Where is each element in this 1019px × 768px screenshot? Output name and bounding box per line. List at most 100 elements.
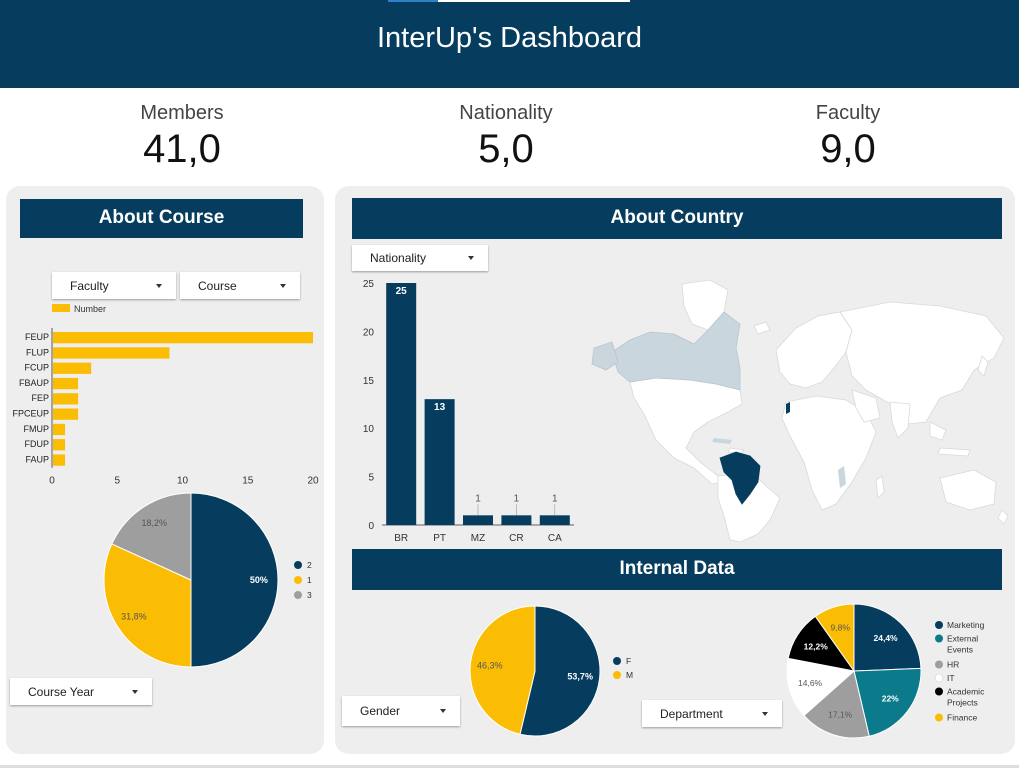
legend-dot [934, 673, 944, 683]
legend-label: 3 [307, 590, 312, 600]
faculty-bar-chart: Number FEUP FLUP FCUP FBAUP FEP FPCEUP FMUP FDUP… [12, 304, 319, 487]
kpi-value: 5,0 [478, 127, 534, 171]
y-tick-label: FAUP [25, 454, 49, 464]
y-tick-label: FCUP [25, 363, 50, 373]
slice-label: 14,6% [798, 678, 823, 688]
internal-section-title: Internal Data [352, 549, 1002, 590]
x-tick-label: CR [509, 533, 523, 544]
course-year-filter-dropdown[interactable]: Course Year [10, 678, 152, 705]
page-tab-indicator[interactable] [388, 0, 630, 2]
legend-dot [935, 687, 943, 696]
slice-label: 50% [250, 575, 268, 585]
course-filter-dropdown[interactable]: Course [180, 272, 300, 299]
slice-label: 46,3% [477, 661, 503, 671]
faculty-filter-dropdown[interactable]: Faculty [52, 272, 176, 299]
legend-label: Number [74, 304, 106, 314]
y-tick-label: FMUP [24, 424, 50, 434]
kpi-members: Members 41,0 [72, 102, 292, 172]
bar [53, 408, 79, 420]
department-pie-chart: 24,4% 22% 17,1% 14,6% 12,2%9,8% Marketing Exte… [786, 603, 985, 739]
x-tick-label: 0 [49, 476, 55, 487]
gender-filter-label: Gender [360, 704, 401, 718]
kpi-label: Members [140, 102, 224, 124]
map-region-portugal[interactable] [786, 402, 790, 414]
country-section-title: About Country [352, 198, 1002, 239]
map-region-alaska[interactable] [591, 341, 619, 371]
y-tick-label: FEUP [25, 332, 49, 342]
legend-dot [935, 634, 943, 643]
kpi-value: 41,0 [143, 127, 221, 171]
legend-swatch [52, 304, 70, 312]
chevron-down-icon [440, 709, 446, 713]
course-section-title: About Course [20, 199, 303, 238]
map-land [629, 279, 1009, 542]
data-label: 1 [514, 493, 520, 504]
data-label: 25 [396, 286, 408, 297]
gender-filter-dropdown[interactable]: Gender [342, 696, 460, 726]
legend-label: IT [947, 673, 955, 683]
map-region-cuba[interactable] [712, 438, 732, 444]
kpi-label: Nationality [459, 102, 553, 124]
legend-label: Projects [947, 698, 978, 708]
department-filter-dropdown[interactable]: Department [642, 700, 782, 727]
kpi-faculty: Faculty 9,0 [738, 102, 958, 172]
legend-dot [935, 660, 943, 669]
kpi-value: 9,0 [820, 127, 876, 171]
data-label: 13 [434, 402, 446, 413]
legend-label: HR [947, 660, 959, 670]
chevron-down-icon [132, 689, 138, 694]
world-map[interactable] [590, 272, 1010, 542]
bar [463, 515, 493, 525]
faculty-filter-label: Faculty [70, 278, 109, 293]
bar [53, 454, 66, 466]
y-tick-label: FEP [31, 393, 49, 403]
department-filter-label: Department [660, 706, 723, 721]
legend-label: Finance [947, 713, 978, 723]
legend-dot [613, 671, 621, 679]
dashboard-header: InterUp's Dashboard [0, 0, 1019, 88]
slice-label: 53,7% [567, 671, 593, 681]
page-title: InterUp's Dashboard [376, 22, 643, 54]
legend-label: Marketing [947, 620, 985, 630]
bar [53, 439, 66, 451]
legend-dot [935, 713, 943, 722]
legend-label: Events [947, 645, 973, 655]
y-tick-label: 20 [363, 327, 375, 338]
legend-label: External [947, 634, 978, 644]
legend-dot [613, 657, 621, 665]
y-tick-label: FLUP [26, 347, 49, 357]
x-tick-label: BR [394, 533, 408, 544]
data-label: 1 [475, 493, 481, 504]
slice-label: 17,1% [828, 709, 853, 719]
slice-label: 9,8% [831, 623, 851, 633]
nationality-filter-dropdown[interactable]: Nationality [352, 245, 488, 271]
legend-dot [294, 591, 302, 599]
legend-label: M [626, 670, 633, 680]
y-tick-label: 0 [368, 521, 374, 532]
nationality-bar-chart: 0 5 10 15 20 25 25 BR 13 PT 1 MZ 1 CR 1 CA [363, 279, 574, 544]
slice-label: 12,2% [804, 641, 829, 651]
bar [386, 283, 417, 525]
bar [501, 515, 532, 525]
kpi-label: Faculty [815, 102, 881, 124]
legend-label: Academic [947, 687, 985, 697]
y-tick-label: 15 [363, 376, 375, 387]
course-year-pie-chart: 50% 31,8% 18,2% 2 1 3 [103, 492, 312, 668]
slice-label: 24,4% [874, 633, 899, 643]
slice-label: 18,2% [142, 518, 168, 528]
bar [53, 377, 79, 390]
bar [53, 362, 92, 374]
y-tick-label: FDUP [25, 439, 50, 449]
x-tick-label: MZ [471, 533, 485, 544]
chevron-down-icon [468, 256, 474, 260]
y-tick-label: FBAUP [19, 378, 49, 388]
legend-label: 2 [307, 560, 312, 570]
nationality-filter-label: Nationality [370, 251, 427, 265]
legend-label: F [626, 656, 631, 666]
x-tick-label: CA [548, 533, 562, 544]
bar [539, 515, 570, 525]
bar [53, 393, 79, 405]
chevron-down-icon [280, 283, 286, 288]
course-year-filter-label: Course Year [28, 684, 95, 699]
map-region-canada[interactable] [611, 311, 741, 391]
